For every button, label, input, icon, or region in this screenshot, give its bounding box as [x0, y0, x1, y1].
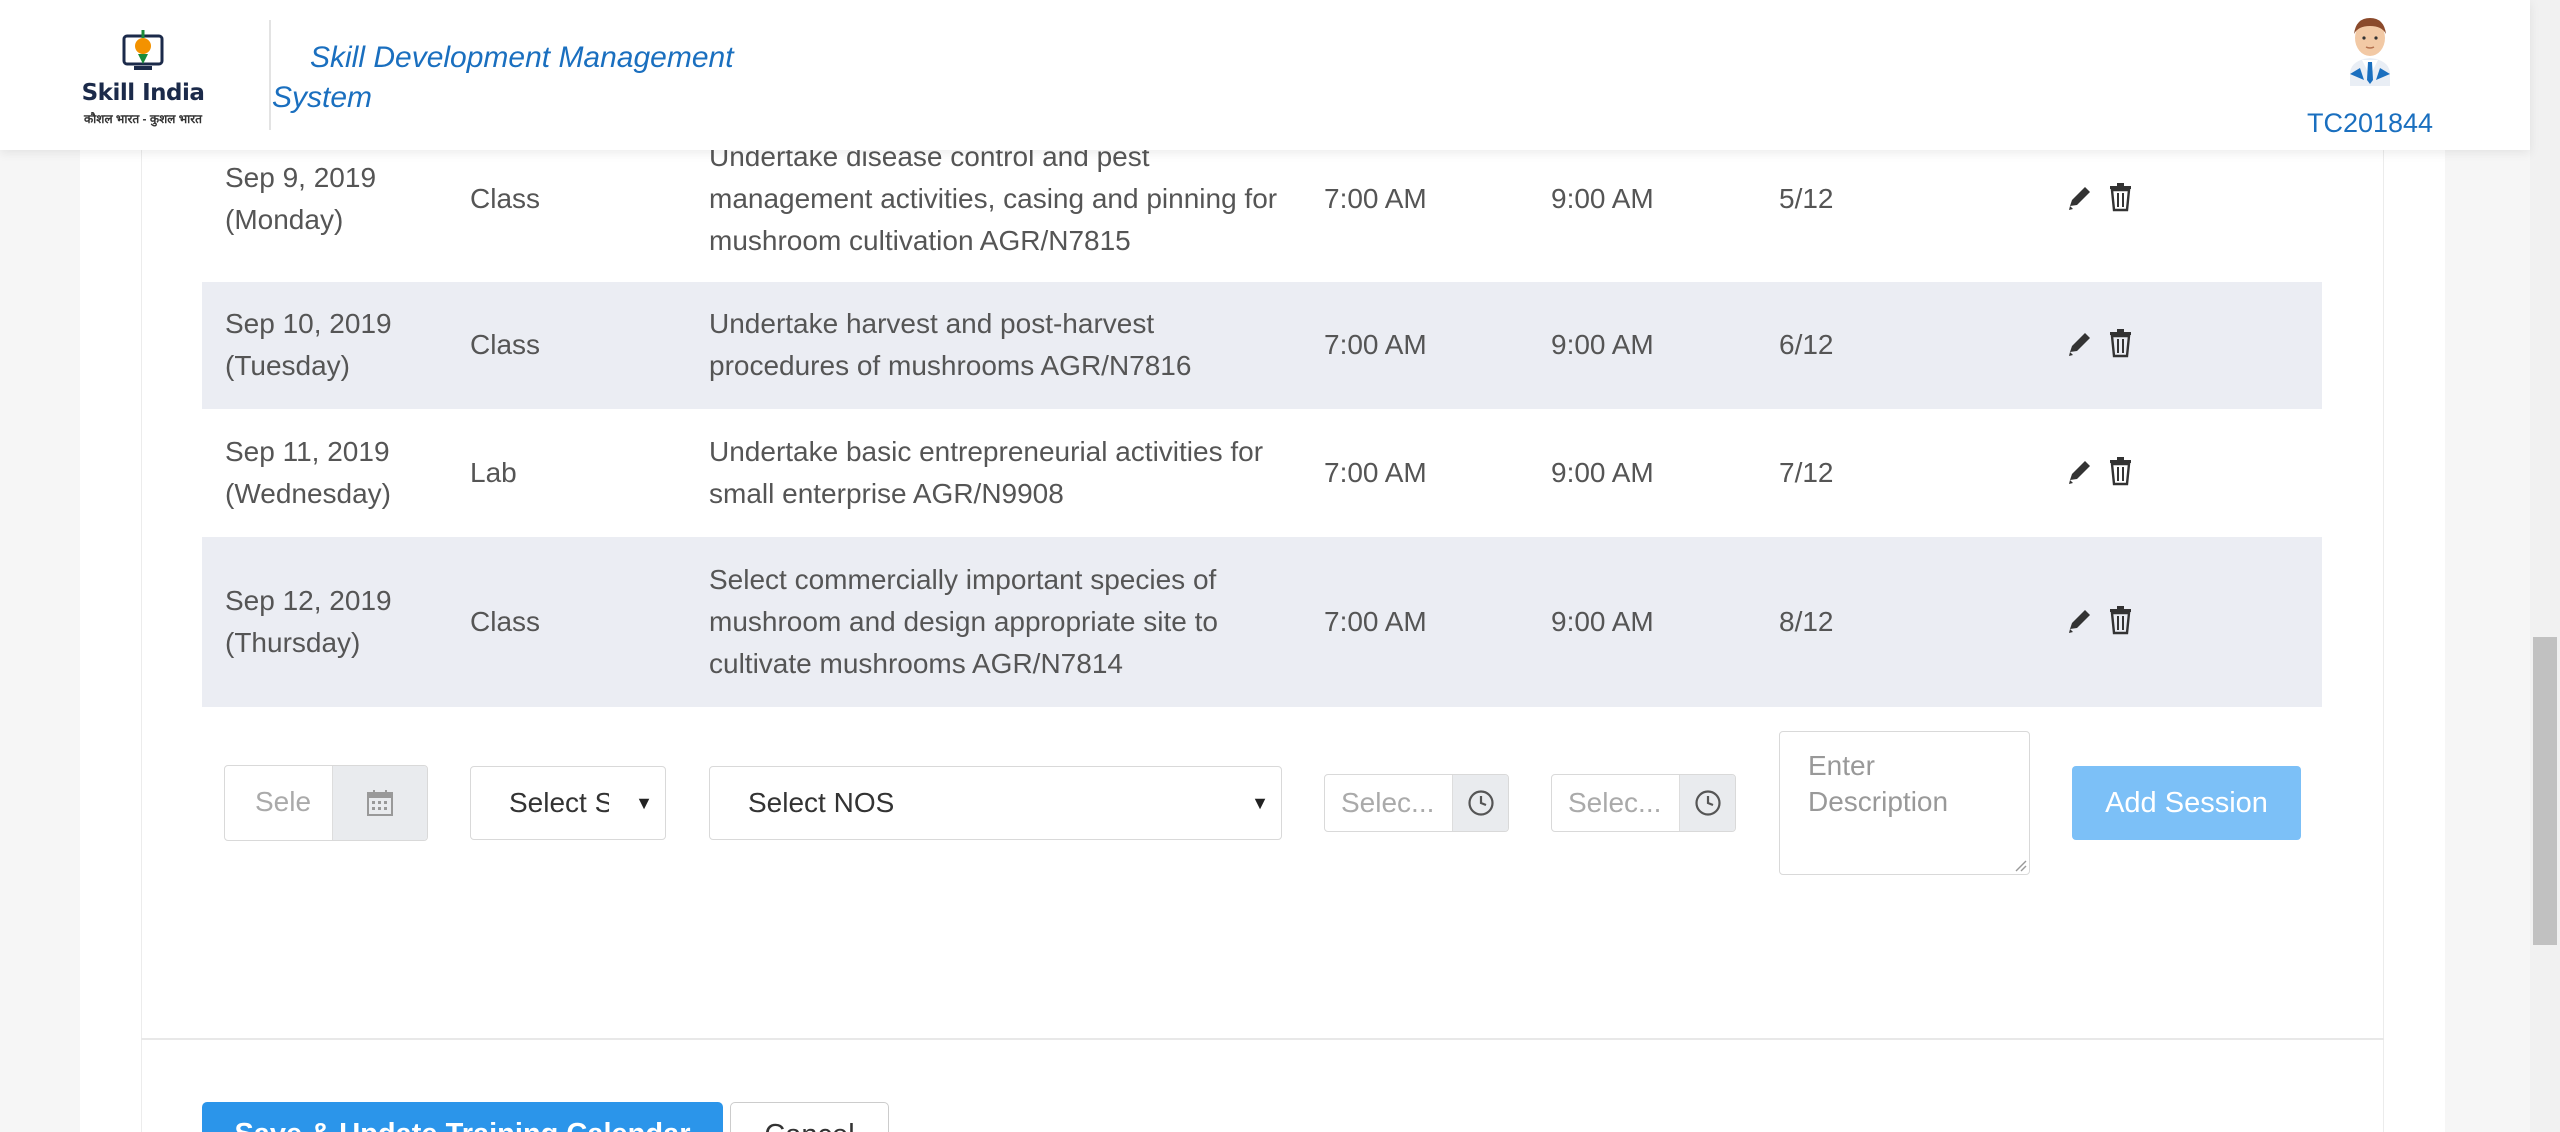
- session-start-time: 7:00 AM: [1324, 183, 1427, 214]
- vertical-scrollbar[interactable]: [2530, 0, 2560, 1132]
- session-type-select[interactable]: Select S ▼: [470, 766, 666, 840]
- weekday-text: (Thursday): [225, 627, 361, 658]
- scrollbar-thumb[interactable]: [2533, 637, 2557, 945]
- caret-down-icon: ▼: [635, 793, 653, 813]
- session-type-value: Select S: [509, 787, 609, 818]
- user-avatar-icon[interactable]: [2338, 14, 2402, 86]
- date-text: Sep 11, 2019: [225, 436, 390, 467]
- logo-subtitle: कौशल भारत - कुशल भारत: [83, 112, 203, 126]
- end-time-placeholder: Selec...: [1568, 787, 1662, 818]
- session-nos: Undertake basic entrepreneurial activiti…: [709, 436, 1264, 509]
- session-type: Class: [470, 329, 541, 360]
- session-nos: Select commercially important species of…: [709, 564, 1218, 679]
- delete-trash-icon[interactable]: [2107, 605, 2134, 635]
- start-time-input[interactable]: Selec...: [1324, 774, 1509, 832]
- calendar-icon: [367, 790, 393, 816]
- session-day-count: 5/12: [1779, 183, 1834, 214]
- session-type: Lab: [470, 457, 517, 488]
- end-time-input[interactable]: Selec...: [1551, 774, 1736, 832]
- description-textarea[interactable]: Enter Description: [1779, 731, 2030, 875]
- edit-pencil-icon[interactable]: [2067, 605, 2094, 635]
- session-start-time: 7:00 AM: [1324, 329, 1427, 360]
- session-type: Class: [470, 183, 541, 214]
- calendar-addon[interactable]: [332, 766, 427, 840]
- nos-value: Select NOS: [748, 787, 895, 818]
- session-date-input[interactable]: Sele: [224, 765, 428, 841]
- delete-trash-icon[interactable]: [2107, 182, 2134, 212]
- session-date: Sep 10, 2019 (Tuesday): [225, 303, 455, 387]
- session-end-time: 9:00 AM: [1551, 457, 1654, 488]
- caret-down-icon: ▼: [1251, 793, 1269, 813]
- edit-pencil-icon[interactable]: [2067, 182, 2094, 212]
- session-end-time: 9:00 AM: [1551, 606, 1654, 637]
- table-row: Sep 12, 2019 (Thursday) Class Select com…: [202, 537, 2322, 707]
- resize-grip-icon[interactable]: [2013, 858, 2027, 872]
- cancel-button[interactable]: Cancel: [730, 1102, 889, 1132]
- edit-pencil-icon[interactable]: [2067, 328, 2094, 358]
- session-end-time: 9:00 AM: [1551, 183, 1654, 214]
- weekday-text: (Wednesday): [225, 478, 392, 509]
- row-actions: [2067, 605, 2147, 635]
- user-id-label[interactable]: TC201844: [2290, 108, 2450, 139]
- card-divider: [141, 1038, 2384, 1040]
- row-actions: [2067, 182, 2147, 212]
- description-placeholder: Enter Description: [1808, 750, 1949, 817]
- session-nos: Undertake disease control and pest manag…: [709, 141, 1278, 256]
- weekday-text: (Monday): [225, 204, 344, 235]
- session-type: Class: [470, 606, 541, 637]
- session-date: Sep 12, 2019 (Thursday): [225, 580, 455, 664]
- date-text: Sep 12, 2019: [225, 585, 392, 616]
- session-day-count: 7/12: [1779, 457, 1834, 488]
- clock-icon: [1695, 790, 1721, 816]
- weekday-text: (Tuesday): [225, 350, 351, 381]
- top-header: Skill India कौशल भारत - कुशल भारत Skill …: [0, 0, 2530, 150]
- logo-text: Skill India: [81, 80, 205, 106]
- session-start-time: 7:00 AM: [1324, 457, 1427, 488]
- date-text: Sep 10, 2019: [225, 308, 392, 339]
- delete-trash-icon[interactable]: [2107, 456, 2134, 486]
- delete-trash-icon[interactable]: [2107, 328, 2134, 358]
- start-time-placeholder: Selec...: [1341, 787, 1435, 818]
- row-actions: [2067, 328, 2147, 358]
- edit-pencil-icon[interactable]: [2067, 456, 2094, 486]
- session-date: Sep 9, 2019 (Monday): [225, 157, 455, 241]
- nos-select[interactable]: Select NOS ▼: [709, 766, 1282, 840]
- row-actions: [2067, 456, 2147, 486]
- session-start-time: 7:00 AM: [1324, 606, 1427, 637]
- start-time-clock-addon[interactable]: [1452, 775, 1508, 831]
- skill-india-emblem-icon: [122, 30, 164, 70]
- session-day-count: 6/12: [1779, 329, 1834, 360]
- clock-icon: [1468, 790, 1494, 816]
- app-title: Skill Development Management System: [272, 41, 734, 114]
- session-nos: Undertake harvest and post-harvest proce…: [709, 308, 1192, 381]
- table-row: Sep 11, 2019 (Wednesday) Lab Undertake b…: [202, 409, 2322, 537]
- save-update-calendar-button[interactable]: Save & Update Training Calendar: [202, 1102, 723, 1132]
- end-time-clock-addon[interactable]: [1679, 775, 1735, 831]
- skill-india-logo[interactable]: Skill India कौशल भारत - कुशल भारत: [78, 22, 208, 130]
- session-date: Sep 11, 2019 (Wednesday): [225, 431, 455, 515]
- session-day-count: 8/12: [1779, 606, 1834, 637]
- table-row: Sep 10, 2019 (Tuesday) Class Undertake h…: [202, 282, 2322, 409]
- add-session-button[interactable]: Add Session: [2072, 766, 2301, 840]
- header-divider: [269, 20, 271, 130]
- session-end-time: 9:00 AM: [1551, 329, 1654, 360]
- date-text: Sep 9, 2019: [225, 162, 377, 193]
